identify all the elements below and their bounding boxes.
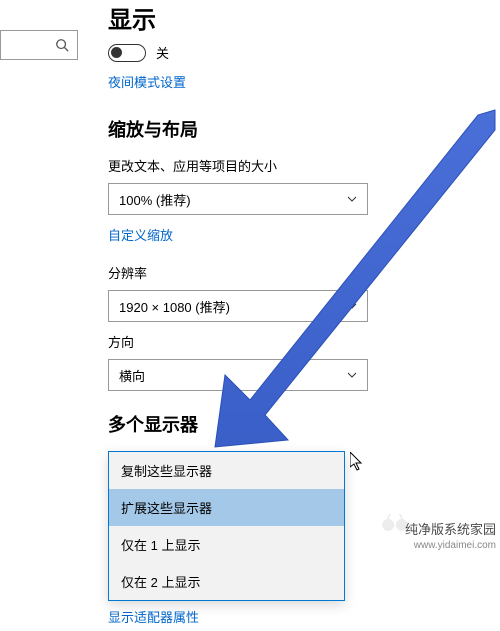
- watermark: 纯净版系统家园 www.yidaimei.com: [405, 522, 496, 552]
- text-scaling-value: 100% (推荐): [119, 190, 347, 209]
- multi-display-dropdown-open[interactable]: 复制这些显示器 扩展这些显示器 仅在 1 上显示 仅在 2 上显示: [108, 451, 345, 601]
- watermark-title: 纯净版系统家园: [405, 522, 496, 539]
- display-adapter-properties-link[interactable]: 显示适配器属性: [108, 607, 199, 626]
- dropdown-option-only-2[interactable]: 仅在 2 上显示: [109, 563, 344, 600]
- dropdown-option-only-1[interactable]: 仅在 1 上显示: [109, 526, 344, 563]
- multi-displays-section-title: 多个显示器: [108, 411, 488, 437]
- custom-scaling-link[interactable]: 自定义缩放: [108, 225, 173, 244]
- chevron-down-icon: [347, 301, 357, 311]
- toggle-state-label: 关: [156, 43, 169, 62]
- orientation-dropdown[interactable]: 横向: [108, 359, 368, 391]
- page-title: 显示: [108, 0, 488, 35]
- night-mode-settings-link[interactable]: 夜间模式设置: [108, 72, 186, 91]
- resolution-value: 1920 × 1080 (推荐): [119, 297, 347, 316]
- chevron-down-icon: [347, 194, 357, 204]
- orientation-value: 横向: [119, 366, 347, 385]
- scaling-layout-section-title: 缩放与布局: [108, 116, 488, 142]
- night-mode-toggle[interactable]: [108, 44, 146, 62]
- toggle-knob: [111, 47, 122, 58]
- chevron-down-icon: [347, 370, 357, 380]
- night-mode-toggle-row: 关: [108, 43, 488, 62]
- resolution-dropdown[interactable]: 1920 × 1080 (推荐): [108, 290, 368, 322]
- dropdown-option-duplicate[interactable]: 复制这些显示器: [109, 452, 344, 489]
- search-icon: [55, 38, 69, 52]
- search-input[interactable]: [0, 30, 78, 60]
- watermark-url: www.yidaimei.com: [405, 539, 496, 552]
- text-scaling-dropdown[interactable]: 100% (推荐): [108, 183, 368, 215]
- text-scaling-label: 更改文本、应用等项目的大小: [108, 156, 488, 175]
- dropdown-option-extend[interactable]: 扩展这些显示器: [109, 489, 344, 526]
- orientation-label: 方向: [108, 332, 488, 351]
- resolution-label: 分辨率: [108, 263, 488, 282]
